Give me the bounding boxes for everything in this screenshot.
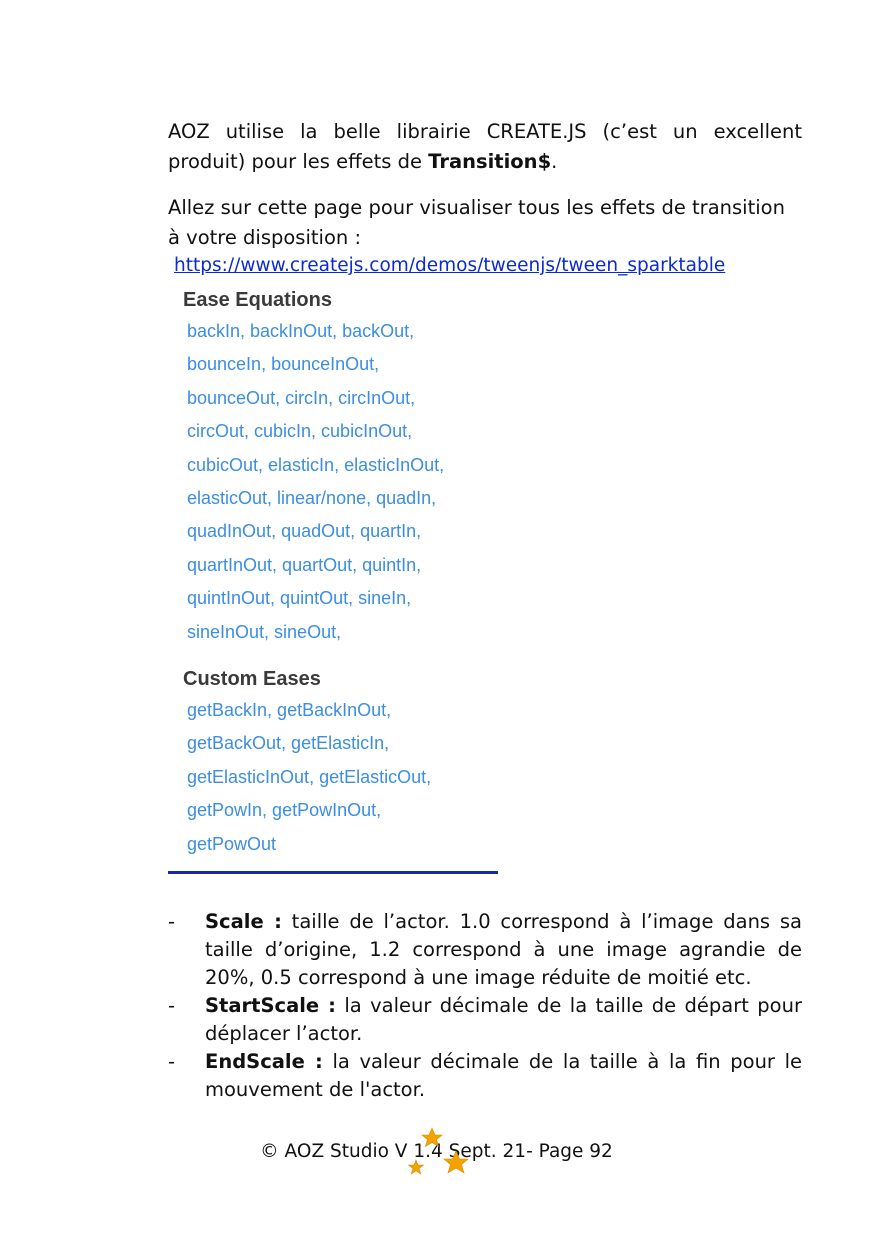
custom-ease-line: getBackIn, getBackInOut, <box>187 700 392 720</box>
star-icon <box>421 1127 443 1148</box>
bullet-text: taille de l’actor. 1.0 correspond à l’im… <box>205 910 802 989</box>
bullet-term: Scale : <box>205 910 282 933</box>
ease-line: quintInOut, quintOut, sineIn, <box>187 588 412 609</box>
star-icon <box>407 1159 425 1175</box>
ease-line: backIn, backInOut, backOut, <box>187 321 415 341</box>
bullet-term: EndScale : <box>205 1050 323 1073</box>
transition-keyword: Transition$ <box>428 150 552 173</box>
ease-equations-list: backIn, backInOut, backOut, bounceIn, bo… <box>187 315 444 649</box>
ease-line: bounceIn, bounceInOut, <box>187 354 380 375</box>
createjs-link[interactable]: https://www.createjs.com/demos/tweenjs/t… <box>174 255 725 276</box>
custom-eases-list: getBackIn, getBackInOut, getBackOut, get… <box>187 694 431 861</box>
bullet-startscale: - StartScale : la valeur décimale de la t… <box>168 992 802 1048</box>
intro-paragraph: AOZ utilise la belle librairie CREATE.JS… <box>168 117 802 177</box>
custom-ease-line: getElasticInOut, getElasticOut, <box>187 766 432 787</box>
star-icon <box>443 1150 469 1174</box>
ease-line: bounceOut, circIn, circInOut, <box>187 387 416 408</box>
stars-icon <box>407 1127 469 1175</box>
figure-bottom-rule <box>168 871 498 874</box>
custom-eases-heading: Custom Eases <box>183 668 321 690</box>
bullet-dash: - <box>168 1050 176 1073</box>
bullet-term: StartScale : <box>205 994 336 1017</box>
parameter-list: - Scale : taille de l’actor. 1.0 correspo… <box>168 908 802 1104</box>
custom-ease-line: getBackOut, getElasticIn, <box>187 733 390 754</box>
intro-end: . <box>551 150 558 173</box>
ease-line: circOut, cubicIn, cubicInOut, <box>187 421 413 442</box>
ease-line: quartInOut, quartOut, quintIn, <box>187 554 422 575</box>
ease-line: elasticOut, linear/none, quadIn, <box>187 487 437 508</box>
custom-ease-line: getPowOut <box>187 833 277 854</box>
ease-figure: Ease Equations backIn, backInOut, backOu… <box>168 287 498 877</box>
custom-ease-line: getPowIn, getPowInOut, <box>187 800 382 821</box>
bullet-dash: - <box>168 910 176 933</box>
visit-paragraph: Allez sur cette page pour visualiser tou… <box>168 196 785 249</box>
ease-line: sineInOut, sineOut, <box>187 621 342 642</box>
ease-equations-heading: Ease Equations <box>183 289 332 311</box>
bullet-scale: - Scale : taille de l’actor. 1.0 correspo… <box>168 908 802 992</box>
bullet-endscale: - EndScale : la valeur décimale de la tai… <box>168 1048 802 1104</box>
bullet-dash: - <box>168 994 176 1017</box>
ease-line: cubicOut, elasticIn, elasticInOut, <box>187 454 445 475</box>
ease-line: quadInOut, quadOut, quartIn, <box>187 521 422 542</box>
